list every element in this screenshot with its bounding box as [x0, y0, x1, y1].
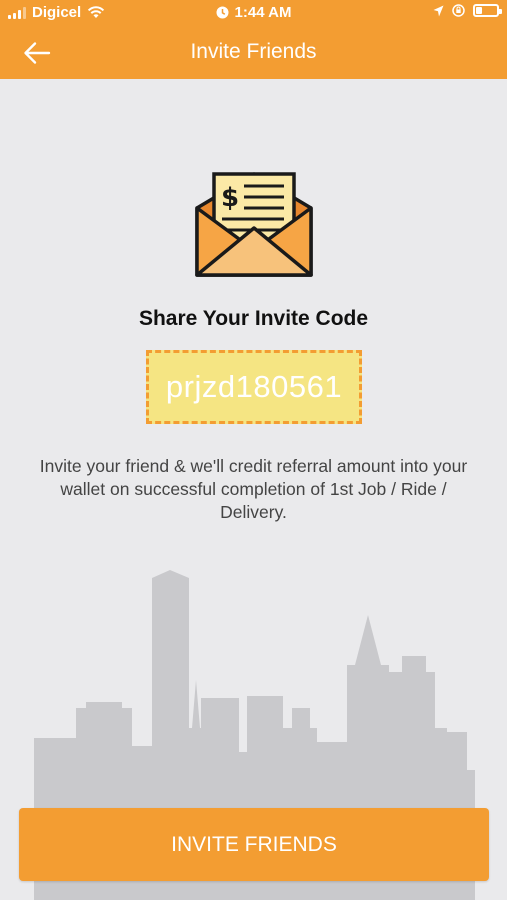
page-title: Invite Friends	[190, 40, 317, 63]
svg-text:$: $	[221, 183, 239, 213]
share-title: Share Your Invite Code	[138, 307, 369, 330]
status-center: 1:44 AM	[0, 4, 507, 21]
invite-friends-button[interactable]: INVITE FRIENDS	[19, 808, 489, 881]
status-bar: Digicel 1:44 AM	[0, 0, 507, 26]
referral-description: Invite your friend & we'll credit referr…	[39, 456, 468, 522]
invite-code-box[interactable]: prjzd180561	[146, 350, 362, 424]
orientation-lock-icon	[452, 4, 465, 17]
alarm-icon	[216, 6, 229, 19]
invite-code-text: prjzd180561	[165, 369, 343, 404]
status-right	[433, 4, 502, 17]
status-time: 1:44 AM	[234, 4, 292, 21]
app-bar: Invite Friends	[0, 26, 507, 79]
battery-icon	[473, 4, 502, 17]
location-icon	[433, 5, 444, 16]
invite-friends-label: INVITE FRIENDS	[171, 832, 337, 856]
envelope-money-icon: $	[195, 172, 313, 277]
